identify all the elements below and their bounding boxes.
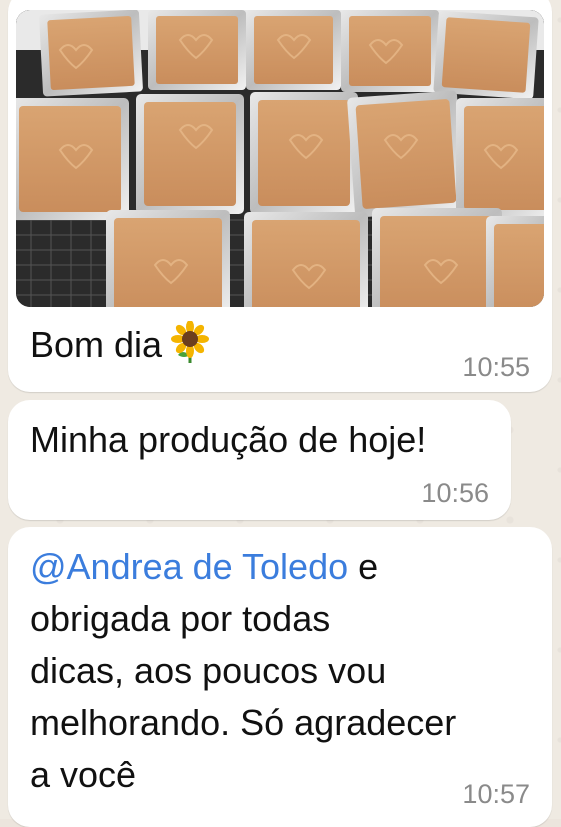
message-line: @Andrea de Toledo e bbox=[30, 541, 456, 593]
message-timestamp: 10:55 bbox=[462, 352, 530, 382]
caption-text: Bom dia bbox=[30, 324, 163, 365]
image-message-bubble[interactable]: Bom dia 10:55 bbox=[8, 0, 552, 392]
message-timestamp: 10:57 bbox=[462, 779, 530, 809]
photo-caption: Bom dia bbox=[30, 319, 210, 377]
sunflower-icon bbox=[170, 320, 210, 377]
user-mention-link[interactable]: @Andrea de Toledo bbox=[30, 546, 348, 587]
food-trays-photo bbox=[16, 10, 544, 307]
text-message-bubble[interactable]: @Andrea de Toledo e obrigada por todas d… bbox=[8, 527, 552, 827]
message-line: obrigada por todas bbox=[30, 598, 331, 639]
message-line-text: e bbox=[348, 546, 379, 587]
message-line: melhorando. Só agradecer bbox=[30, 702, 457, 743]
message-text: Minha produção de hoje! bbox=[30, 419, 427, 460]
message-timestamp: 10:56 bbox=[421, 478, 489, 508]
message-text: @Andrea de Toledo e obrigada por todas d… bbox=[30, 541, 456, 801]
text-message-bubble[interactable]: Minha produção de hoje! 10:56 bbox=[8, 400, 511, 520]
message-line: dicas, aos poucos vou bbox=[30, 650, 387, 691]
message-photo[interactable] bbox=[16, 10, 544, 307]
message-line: a você bbox=[30, 754, 137, 795]
